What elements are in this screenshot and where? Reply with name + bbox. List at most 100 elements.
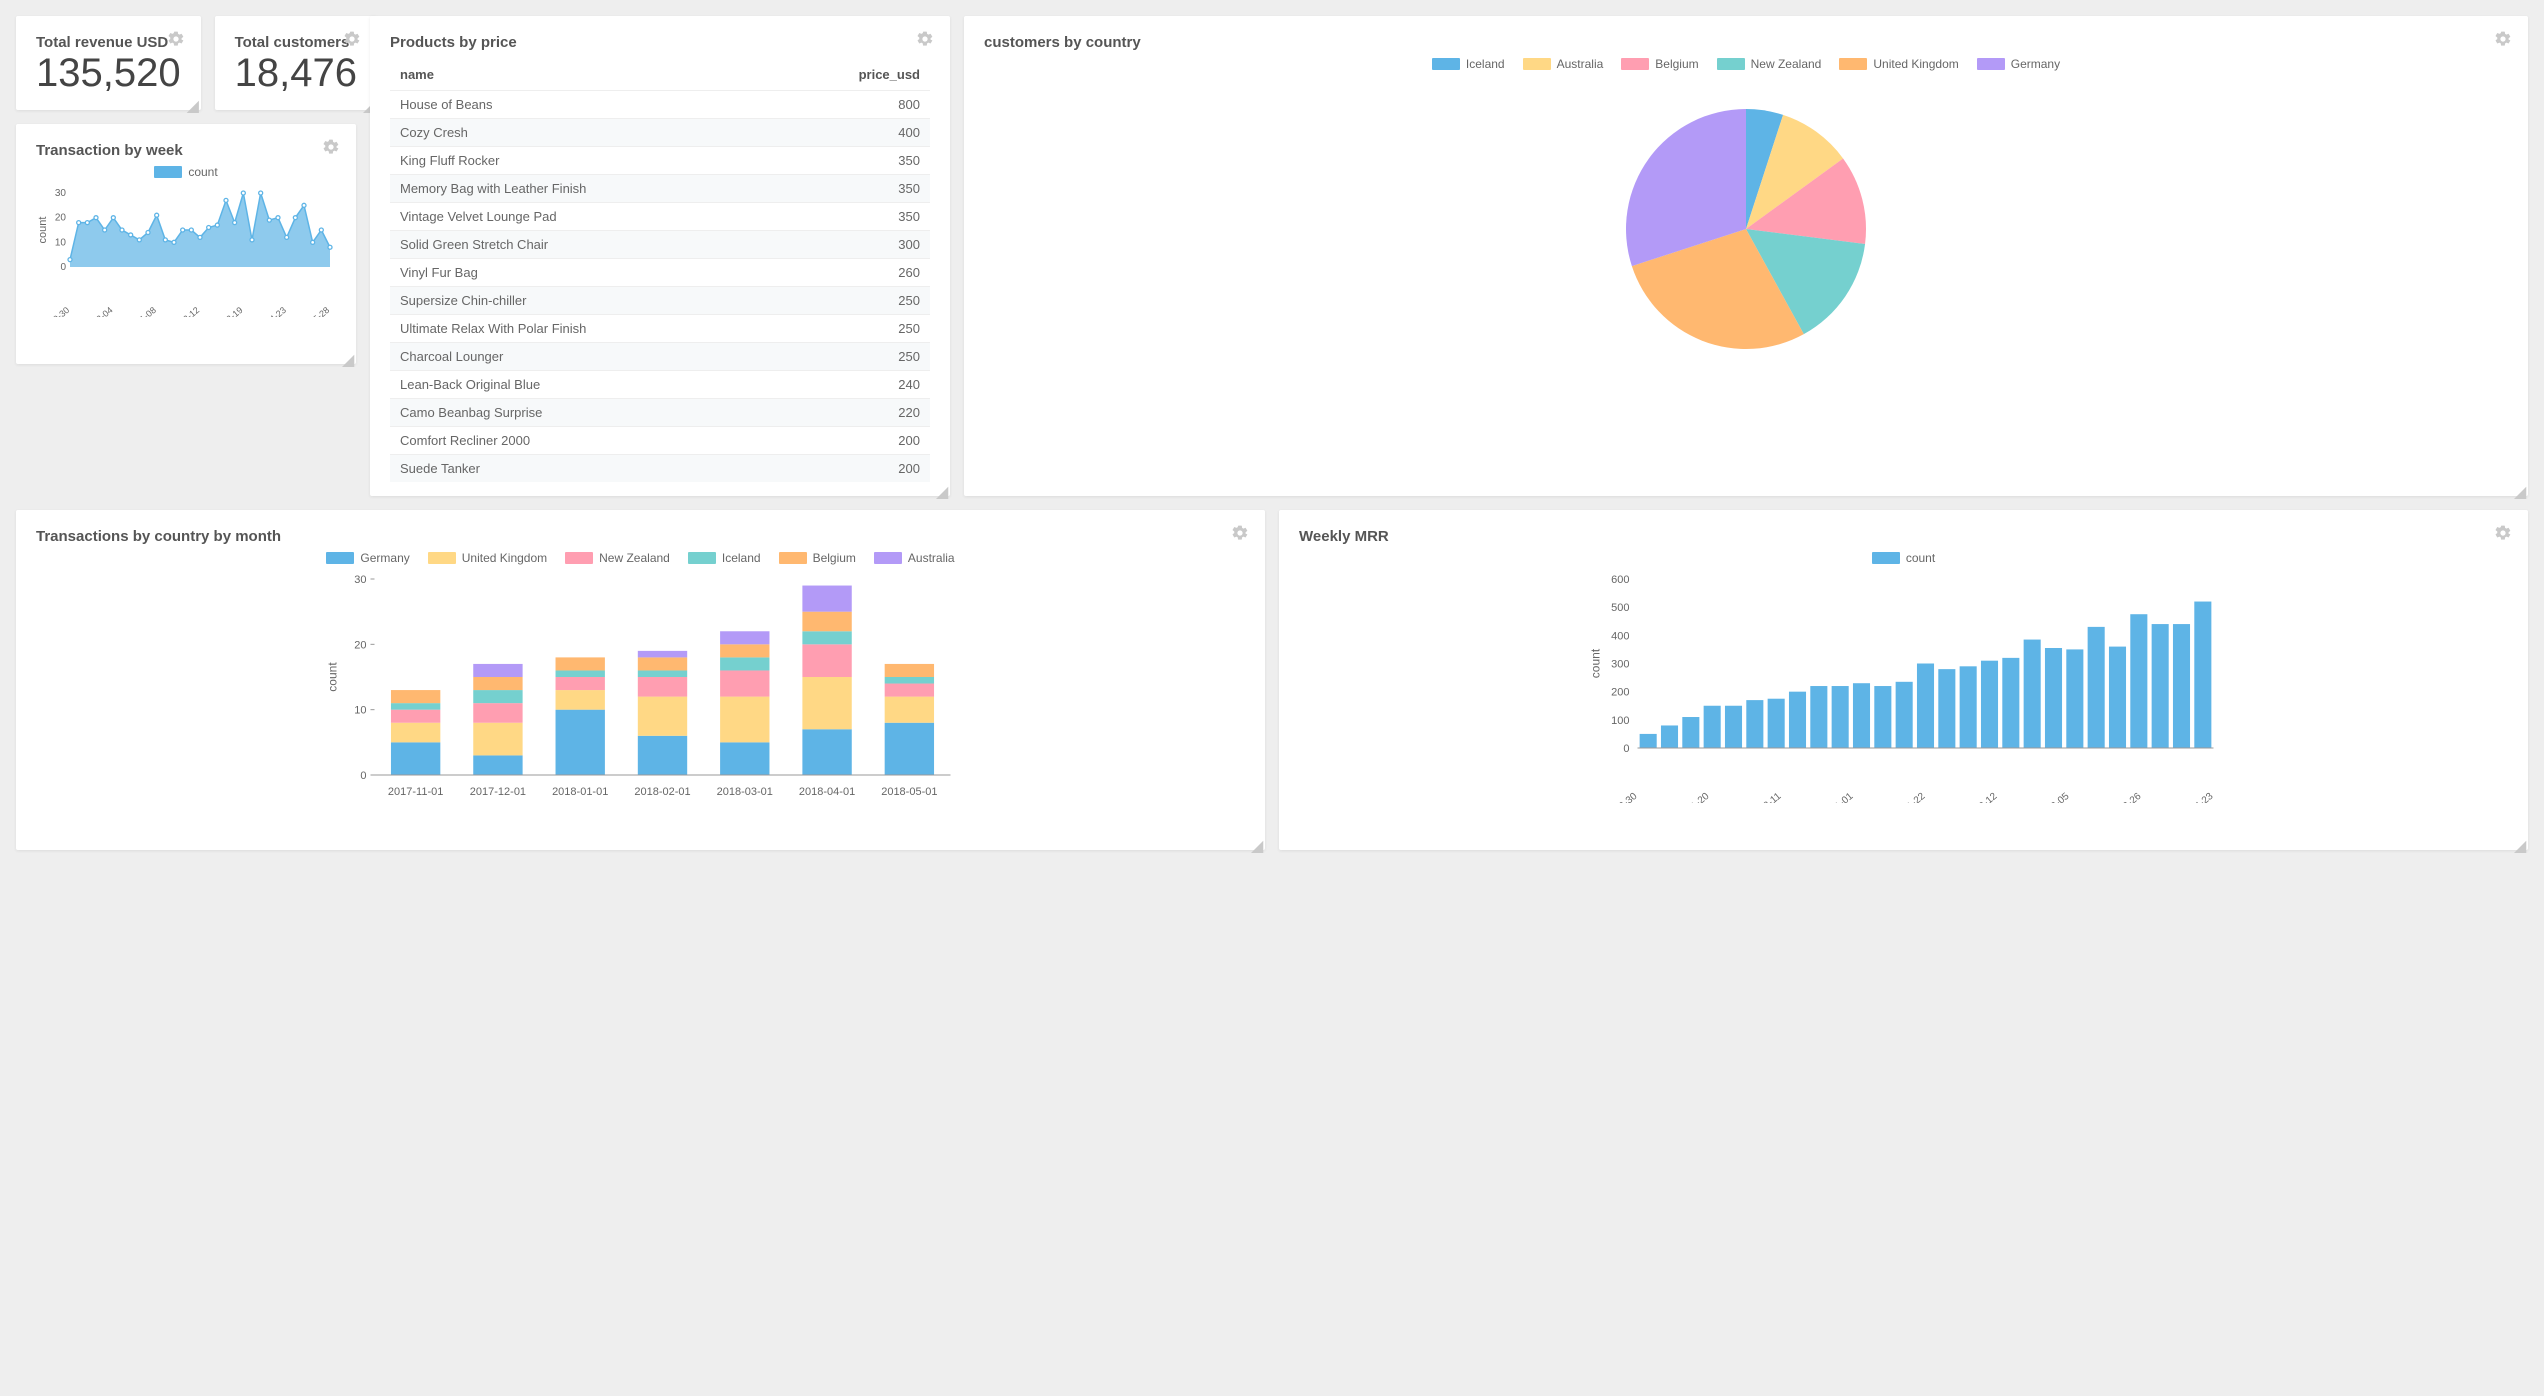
cell-price: 300 bbox=[777, 231, 930, 259]
legend-item[interactable]: New Zealand bbox=[1717, 57, 1822, 71]
cell-name: Solid Green Stretch Chair bbox=[390, 231, 777, 259]
legend-item[interactable]: Germany bbox=[326, 551, 409, 565]
card-title: Total customers bbox=[235, 34, 357, 51]
svg-text:count: count bbox=[37, 217, 49, 244]
col-price[interactable]: price_usd bbox=[777, 59, 930, 91]
cell-price: 250 bbox=[777, 343, 930, 371]
legend-item[interactable]: Iceland bbox=[1432, 57, 1505, 71]
legend-item[interactable]: count bbox=[154, 165, 217, 179]
resize-handle-icon[interactable]: ◢ bbox=[2514, 482, 2526, 494]
legend-item[interactable]: Belgium bbox=[779, 551, 856, 565]
card-weekly-mrr: Weekly MRR count0100200300400500600count… bbox=[1279, 510, 2528, 850]
svg-text:2018-02-12: 2018-02-12 bbox=[1953, 791, 2000, 803]
cell-price: 200 bbox=[777, 427, 930, 455]
card-title: Transactions by country by month bbox=[36, 528, 1245, 545]
svg-text:count: count bbox=[1589, 648, 1603, 678]
svg-text:2018-05-28: 2018-05-28 bbox=[290, 305, 332, 317]
gear-icon[interactable] bbox=[322, 138, 340, 156]
cell-price: 200 bbox=[777, 455, 930, 483]
svg-text:10: 10 bbox=[55, 237, 67, 248]
cell-price: 250 bbox=[777, 315, 930, 343]
card-title: Total revenue USD bbox=[36, 34, 181, 51]
table-row[interactable]: King Fluff Rocker350 bbox=[390, 147, 930, 175]
svg-text:2018-03-01: 2018-03-01 bbox=[717, 786, 773, 798]
cell-price: 240 bbox=[777, 371, 930, 399]
svg-text:2017-11-01: 2017-11-01 bbox=[388, 786, 443, 798]
cell-price: 400 bbox=[777, 119, 930, 147]
table-row[interactable]: Suede Tanker200 bbox=[390, 455, 930, 483]
card-customers-country: customers by country IcelandAustraliaBel… bbox=[964, 16, 2528, 496]
metric-card-revenue: Total revenue USD 135,520 ◢ bbox=[16, 16, 201, 110]
cell-name: Lean-Back Original Blue bbox=[390, 371, 777, 399]
svg-text:2017-10-30: 2017-10-30 bbox=[36, 305, 71, 317]
legend-item[interactable]: Germany bbox=[1977, 57, 2060, 71]
legend-item[interactable]: Australia bbox=[874, 551, 955, 565]
cell-name: Supersize Chin-chiller bbox=[390, 287, 777, 315]
svg-text:2017-10-30: 2017-10-30 bbox=[1593, 791, 1640, 803]
gear-icon[interactable] bbox=[916, 30, 934, 48]
resize-handle-icon[interactable]: ◢ bbox=[936, 482, 948, 494]
card-title: Weekly MRR bbox=[1299, 528, 2508, 545]
col-name[interactable]: name bbox=[390, 59, 777, 91]
resize-handle-icon[interactable]: ◢ bbox=[1251, 836, 1263, 848]
table-row[interactable]: Comfort Recliner 2000200 bbox=[390, 427, 930, 455]
cell-price: 260 bbox=[777, 259, 930, 287]
cell-price: 250 bbox=[777, 287, 930, 315]
svg-text:2018-01-22: 2018-01-22 bbox=[1881, 791, 1928, 803]
legend-item[interactable]: Iceland bbox=[688, 551, 761, 565]
table-row[interactable]: House of Beans800 bbox=[390, 91, 930, 119]
metric-card-customers: Total customers 18,476 ◢ bbox=[215, 16, 377, 110]
cell-name: Charcoal Lounger bbox=[390, 343, 777, 371]
svg-text:2018-02-01: 2018-02-01 bbox=[634, 786, 690, 798]
svg-text:600: 600 bbox=[1611, 574, 1629, 586]
resize-handle-icon[interactable]: ◢ bbox=[187, 96, 199, 108]
legend-item[interactable]: Australia bbox=[1523, 57, 1604, 71]
table-row[interactable]: Charcoal Lounger250 bbox=[390, 343, 930, 371]
svg-text:300: 300 bbox=[1611, 659, 1629, 671]
legend-item[interactable]: count bbox=[1872, 551, 1935, 565]
table-row[interactable]: Camo Beanbag Surprise220 bbox=[390, 399, 930, 427]
svg-text:2017-12-11: 2017-12-11 bbox=[1738, 791, 1784, 803]
metric-value: 135,520 bbox=[36, 51, 181, 96]
legend-item[interactable]: Belgium bbox=[1621, 57, 1698, 71]
resize-handle-icon[interactable]: ◢ bbox=[2514, 836, 2526, 848]
table-row[interactable]: Ultimate Relax With Polar Finish250 bbox=[390, 315, 930, 343]
table-row[interactable]: Cozy Cresh400 bbox=[390, 119, 930, 147]
gear-icon[interactable] bbox=[2494, 30, 2512, 48]
legend-item[interactable]: United Kingdom bbox=[428, 551, 547, 565]
svg-text:400: 400 bbox=[1611, 630, 1629, 642]
svg-text:30: 30 bbox=[354, 574, 366, 586]
svg-text:2017-12-04: 2017-12-04 bbox=[73, 305, 115, 317]
cell-name: Ultimate Relax With Polar Finish bbox=[390, 315, 777, 343]
gear-icon[interactable] bbox=[2494, 524, 2512, 542]
cell-name: King Fluff Rocker bbox=[390, 147, 777, 175]
resize-handle-icon[interactable]: ◢ bbox=[342, 350, 354, 362]
cell-price: 350 bbox=[777, 203, 930, 231]
table-row[interactable]: Memory Bag with Leather Finish350 bbox=[390, 175, 930, 203]
gear-icon[interactable] bbox=[343, 30, 361, 48]
svg-text:2017-12-01: 2017-12-01 bbox=[470, 786, 526, 798]
table-row[interactable]: Supersize Chin-chiller250 bbox=[390, 287, 930, 315]
cell-price: 220 bbox=[777, 399, 930, 427]
legend-item[interactable]: United Kingdom bbox=[1839, 57, 1958, 71]
svg-text:count: count bbox=[326, 662, 340, 692]
svg-text:2017-11-20: 2017-11-20 bbox=[1666, 791, 1712, 803]
svg-text:10: 10 bbox=[354, 705, 366, 717]
svg-text:2018-05-01: 2018-05-01 bbox=[881, 786, 937, 798]
svg-text:2018-04-01: 2018-04-01 bbox=[799, 786, 855, 798]
table-row[interactable]: Vinyl Fur Bag260 bbox=[390, 259, 930, 287]
gear-icon[interactable] bbox=[1231, 524, 1249, 542]
cell-name: Vintage Velvet Lounge Pad bbox=[390, 203, 777, 231]
svg-text:2018-01-01: 2018-01-01 bbox=[552, 786, 608, 798]
cell-price: 350 bbox=[777, 175, 930, 203]
svg-text:2018-04-23: 2018-04-23 bbox=[2169, 791, 2216, 803]
card-transactions-week: Transaction by week count0102030count201… bbox=[16, 124, 356, 364]
gear-icon[interactable] bbox=[167, 30, 185, 48]
table-row[interactable]: Vintage Velvet Lounge Pad350 bbox=[390, 203, 930, 231]
table-row[interactable]: Lean-Back Original Blue240 bbox=[390, 371, 930, 399]
legend-item[interactable]: New Zealand bbox=[565, 551, 670, 565]
svg-text:2018-03-19: 2018-03-19 bbox=[203, 305, 245, 317]
table-row[interactable]: Solid Green Stretch Chair300 bbox=[390, 231, 930, 259]
svg-text:0: 0 bbox=[60, 262, 66, 273]
cell-name: Vinyl Fur Bag bbox=[390, 259, 777, 287]
